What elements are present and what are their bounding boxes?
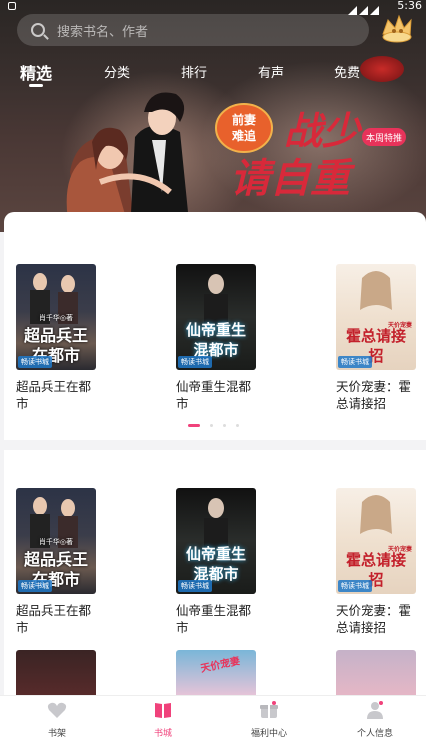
- cover-title: 仙帝重生混都市: [185, 545, 246, 583]
- banner-tag: 本周特推: [366, 132, 402, 144]
- nav-profile[interactable]: 个人信息: [335, 700, 415, 737]
- nav-label: 书城: [153, 729, 172, 737]
- publisher-badge: 畅读书城: [178, 580, 212, 592]
- status-time: 5:36: [397, 0, 422, 12]
- cover-title: 天价宠妻: [199, 655, 242, 675]
- banner-decoration: [360, 56, 404, 82]
- cover-author: 肖千华◎著: [38, 314, 74, 322]
- book-cover[interactable]: [336, 650, 416, 700]
- book-title[interactable]: 仙帝重生混都市: [176, 602, 256, 636]
- tab-ranking[interactable]: 排行: [181, 62, 207, 81]
- nav-label: 福利中心: [250, 729, 287, 737]
- heart-icon: [47, 702, 67, 718]
- publisher-badge: 畅读书城: [338, 580, 372, 592]
- nav-rewards[interactable]: 福利中心: [229, 700, 309, 737]
- publisher-badge: 畅读书城: [18, 580, 52, 592]
- carousel-dot[interactable]: [236, 424, 240, 427]
- cover-title: 仙帝重生混都市: [185, 321, 246, 359]
- nav-bookstore[interactable]: 书城: [123, 700, 203, 737]
- book-item[interactable]: 仙帝重生混都市 畅读书城 仙帝重生混都市: [176, 488, 256, 636]
- search-placeholder: 搜索书名、作者: [57, 24, 149, 40]
- user-icon: [367, 701, 383, 719]
- publisher-badge: 畅读书城: [338, 356, 372, 368]
- book-item[interactable]: 仙帝重生混都市 畅读书城 仙帝重生混都市: [176, 264, 256, 412]
- book-cover[interactable]: 肖千华◎著 超品兵王在都市 畅读书城: [16, 488, 96, 594]
- book-item[interactable]: 天价宠妻 霍总请接招 畅读书城 天价宠妻：霍总请接招: [336, 264, 416, 412]
- book-cover[interactable]: 天价宠妻 霍总请接招 畅读书城: [336, 488, 416, 594]
- cover-author: 肖千华◎著: [38, 538, 74, 546]
- banner-couple-illustration: [66, 92, 190, 232]
- nav-label: 书架: [47, 729, 66, 737]
- book-title[interactable]: 天价宠妻：霍总请接招: [336, 378, 416, 412]
- banner-badge-line2: 难追: [231, 128, 257, 143]
- book-title[interactable]: 仙帝重生混都市: [176, 378, 256, 412]
- banner-badge-line1: 前妻: [232, 112, 256, 127]
- book-cover[interactable]: 仙帝重生混都市 畅读书城: [176, 264, 256, 370]
- book-item[interactable]: 肖千华◎著 超品兵王在都市 畅读书城 超品兵王在都市: [16, 488, 96, 636]
- tab-category[interactable]: 分类: [104, 62, 130, 81]
- banner-title-line1: 战少: [284, 109, 363, 153]
- publisher-badge: 畅读书城: [178, 356, 212, 368]
- nav-bookshelf[interactable]: 书架: [17, 700, 97, 737]
- cover-art: [360, 271, 392, 310]
- banner-title-line2: 请自重: [230, 156, 356, 202]
- notification-icon: [8, 2, 16, 10]
- nav-label: 个人信息: [356, 729, 393, 737]
- bottom-nav: 书架 书城 福利中心 个人信息: [0, 695, 426, 737]
- book-title[interactable]: 超品兵王在都市: [16, 602, 96, 636]
- book-title[interactable]: 天价宠妻：霍总请接招: [336, 602, 416, 636]
- tab-featured[interactable]: 精选: [20, 60, 52, 84]
- cover-art: [204, 498, 228, 548]
- vip-crown-icon[interactable]: [380, 14, 414, 44]
- search-bar[interactable]: 搜索书名、作者: [17, 14, 369, 46]
- status-bar: 5:36: [0, 0, 426, 15]
- carousel-dot[interactable]: [223, 424, 227, 427]
- carousel-indicator: [188, 424, 244, 428]
- signal-icon: [346, 0, 386, 15]
- book-item[interactable]: 天价宠妻 霍总请接招 畅读书城 天价宠妻：霍总请接招: [336, 488, 416, 636]
- book-item[interactable]: 肖千华◎著 超品兵王在都市 畅读书城 超品兵王在都市: [16, 264, 96, 412]
- carousel-dot[interactable]: [210, 424, 214, 427]
- tab-audio[interactable]: 有声: [258, 62, 284, 81]
- search-icon: [31, 23, 45, 37]
- book-title[interactable]: 超品兵王在都市: [16, 378, 96, 412]
- book-cover[interactable]: 天价宠妻 霍总请接招 畅读书城: [336, 264, 416, 370]
- carousel-dot[interactable]: [188, 424, 200, 427]
- book-cover[interactable]: 肖千华◎著 超品兵王在都市 畅读书城: [16, 264, 96, 370]
- book-icon: [155, 703, 171, 718]
- book-cover[interactable]: 天价宠妻: [176, 650, 256, 700]
- hero-banner[interactable]: 5:36 搜索书名、作者 精选 分类 排行 有声 免费 前妻 难追 战少 请自重: [0, 0, 426, 232]
- cover-art: [360, 495, 392, 534]
- banner-title-art: 前妻 难追 战少 请自重 本周特推: [215, 103, 406, 202]
- gift-icon: [260, 701, 278, 718]
- cover-art: [204, 274, 228, 324]
- tab-free[interactable]: 免费: [334, 62, 360, 81]
- book-cover[interactable]: [16, 650, 96, 700]
- publisher-badge: 畅读书城: [18, 356, 52, 368]
- book-cover[interactable]: 仙帝重生混都市 畅读书城: [176, 488, 256, 594]
